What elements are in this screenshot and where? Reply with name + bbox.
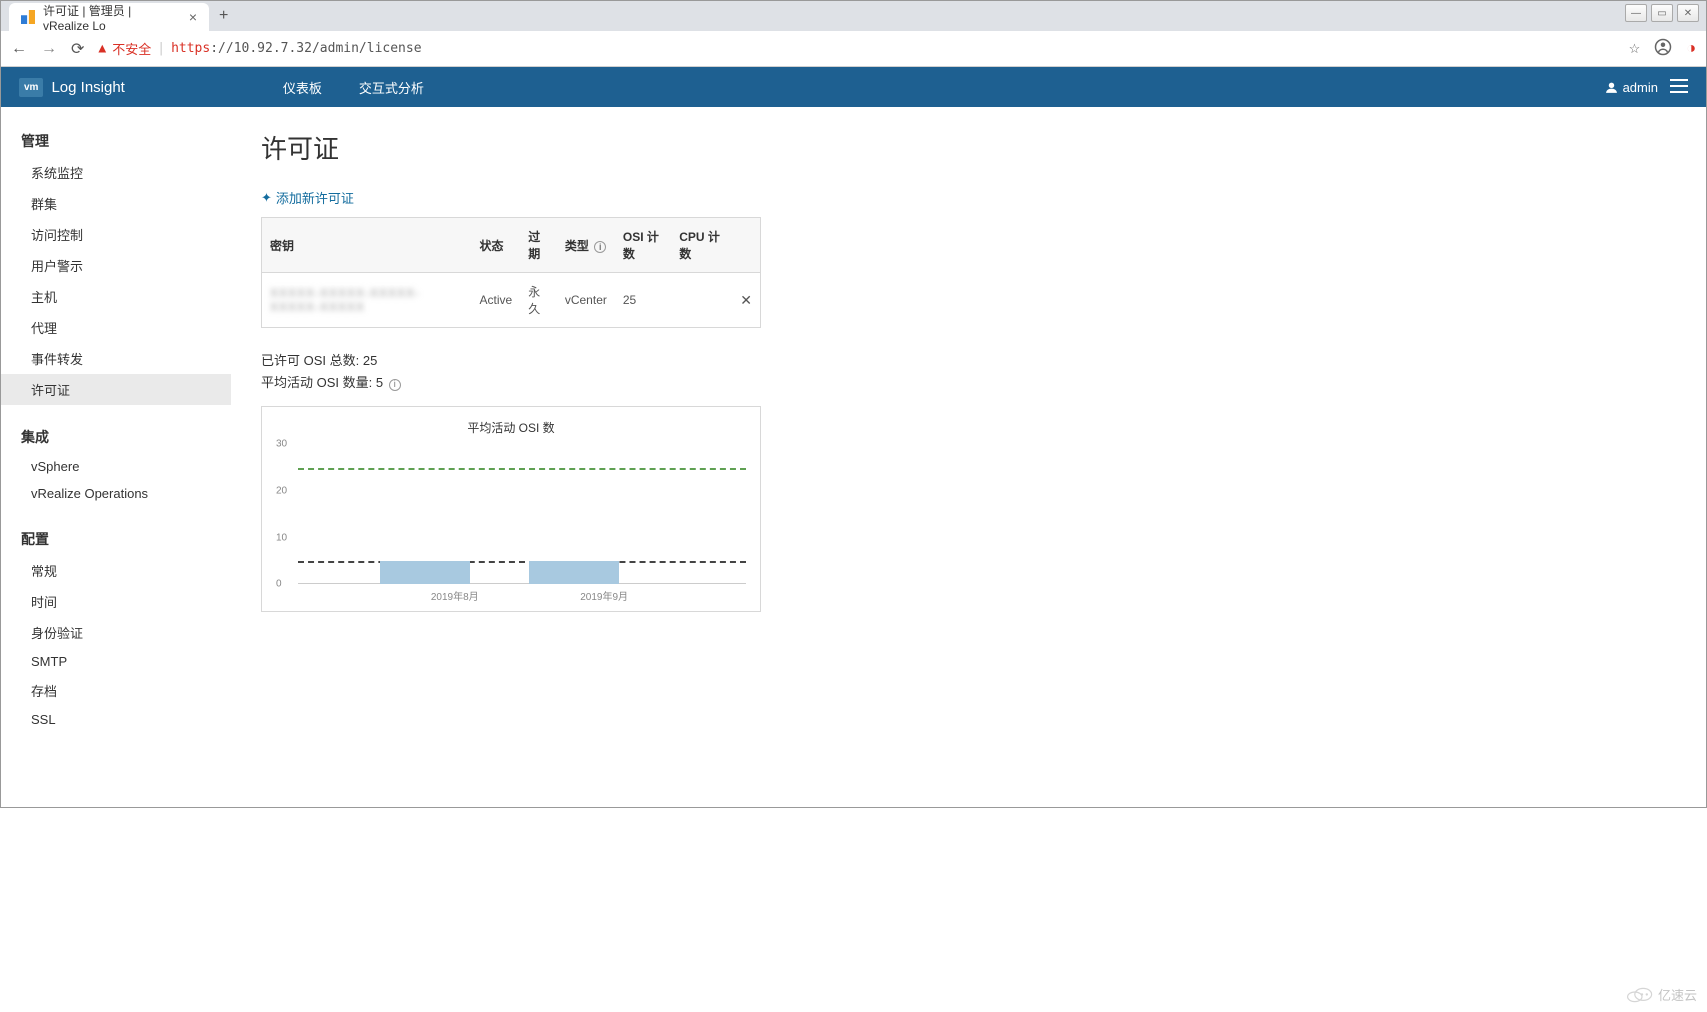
sidebar-item-ssl[interactable]: SSL	[1, 706, 231, 733]
y-tick: 10	[276, 532, 287, 543]
page-title: 许可证	[261, 129, 1676, 166]
th-expire: 过期	[520, 218, 557, 273]
url-scheme: https	[171, 41, 210, 56]
sidebar-item-time[interactable]: 时间	[1, 586, 231, 617]
main-content: 许可证 ✦ 添加新许可证 密钥 状态 过期 类型 i OSI 计数 CPU 计数	[231, 107, 1706, 807]
address-bar: ← → ⟳ ▲ 不安全 | https://10.92.7.32/admin/l…	[1, 31, 1706, 67]
sidebar-item-license[interactable]: 许可证	[1, 374, 231, 405]
license-status: Active	[472, 273, 521, 328]
license-type: vCenter	[557, 273, 615, 328]
sidebar-item-vrops[interactable]: vRealize Operations	[1, 480, 231, 507]
sidebar-section-config: 配置	[1, 521, 231, 555]
user-icon	[1605, 81, 1618, 94]
watermark: 亿速云	[1624, 985, 1697, 1004]
y-tick: 0	[276, 579, 282, 590]
window-minimize-icon[interactable]: —	[1625, 4, 1647, 22]
user-name: admin	[1623, 80, 1658, 95]
user-menu[interactable]: admin	[1605, 80, 1658, 95]
app-header: vm Log Insight 仪表板 交互式分析 admin	[1, 67, 1706, 107]
x-label: 2019年8月	[380, 584, 529, 603]
window-close-icon[interactable]: ✕	[1677, 4, 1699, 22]
threshold-line	[298, 468, 746, 470]
nav-forward-button[interactable]: →	[41, 40, 57, 58]
sidebar-item-access[interactable]: 访问控制	[1, 219, 231, 250]
unsafe-label: 不安全	[112, 39, 151, 58]
table-row: XXXXX-XXXXX-XXXXX-XXXXX-XXXXX Active 永久 …	[262, 273, 761, 328]
browser-tab-bar: 许可证 | 管理员 | vRealize Lo × +	[1, 1, 1706, 31]
window-maximize-icon[interactable]: ▭	[1651, 4, 1673, 22]
window-controls: — ▭ ✕	[1625, 4, 1699, 22]
plus-icon: ✦	[261, 190, 272, 206]
x-label: 2019年9月	[529, 584, 678, 603]
tab-close-icon[interactable]: ×	[189, 9, 197, 25]
nav-dashboard[interactable]: 仪表板	[265, 67, 340, 108]
vmware-logo-icon: vm	[19, 78, 43, 97]
profile-icon[interactable]	[1654, 38, 1672, 59]
sidebar-section-manage: 管理	[1, 123, 231, 157]
extension-icon[interactable]: ◑	[1686, 40, 1696, 58]
url-input[interactable]: ▲ 不安全 | https://10.92.7.32/admin/license	[98, 39, 1614, 58]
osi-chart: 平均活动 OSI 数 0 10 20 30 2019年8月2019年9月	[261, 406, 761, 612]
license-table: 密钥 状态 过期 类型 i OSI 计数 CPU 计数 XXXXX-XXXXX-…	[261, 217, 761, 328]
sidebar: 管理 系统监控 群集 访问控制 用户警示 主机 代理 事件转发 许可证 集成 v…	[1, 107, 231, 807]
license-expire: 永久	[520, 273, 557, 328]
license-summary: 已许可 OSI 总数: 25 平均活动 OSI 数量: 5 i	[261, 350, 1676, 394]
sidebar-item-vsphere[interactable]: vSphere	[1, 453, 231, 480]
chart-title: 平均活动 OSI 数	[276, 419, 746, 436]
sidebar-item-monitor[interactable]: 系统监控	[1, 157, 231, 188]
nav-reload-button[interactable]: ⟳	[71, 39, 84, 59]
nav-interactive[interactable]: 交互式分析	[341, 67, 442, 108]
tab-title: 许可证 | 管理员 | vRealize Lo	[43, 2, 177, 33]
app-brand: Log Insight	[51, 79, 124, 96]
sidebar-item-archive[interactable]: 存档	[1, 675, 231, 706]
sidebar-item-agents[interactable]: 代理	[1, 312, 231, 343]
avg-line	[298, 561, 746, 563]
sidebar-item-hosts[interactable]: 主机	[1, 281, 231, 312]
add-license-link[interactable]: ✦ 添加新许可证	[261, 188, 354, 207]
licensed-total: 25	[363, 353, 377, 368]
license-osi: 25	[615, 273, 671, 328]
info-icon[interactable]: i	[389, 379, 401, 391]
chart-bar	[380, 561, 470, 584]
avg-active: 5	[376, 375, 383, 390]
license-cpu	[671, 273, 732, 328]
hamburger-icon[interactable]	[1670, 79, 1688, 96]
info-icon[interactable]: i	[594, 241, 606, 253]
chart-bar	[529, 561, 619, 584]
y-tick: 30	[276, 439, 287, 450]
delete-license-button[interactable]: ✕	[732, 273, 760, 328]
th-key: 密钥	[262, 218, 472, 273]
bookmark-icon[interactable]: ☆	[1629, 41, 1641, 57]
tab-favicon-icon	[21, 10, 35, 24]
url-path: ://10.92.7.32/admin/license	[210, 41, 421, 56]
th-cpu: CPU 计数	[671, 218, 732, 273]
sidebar-item-general[interactable]: 常规	[1, 555, 231, 586]
th-type: 类型 i	[557, 218, 615, 273]
y-tick: 20	[276, 485, 287, 496]
th-osi: OSI 计数	[615, 218, 671, 273]
nav-back-button[interactable]: ←	[11, 40, 27, 58]
new-tab-button[interactable]: +	[209, 7, 238, 25]
browser-tab[interactable]: 许可证 | 管理员 | vRealize Lo ×	[9, 3, 209, 31]
sidebar-item-forwarding[interactable]: 事件转发	[1, 343, 231, 374]
warning-icon: ▲	[98, 41, 106, 56]
th-status: 状态	[472, 218, 521, 273]
license-key: XXXXX-XXXXX-XXXXX-XXXXX-XXXXX	[270, 286, 420, 314]
sidebar-item-auth[interactable]: 身份验证	[1, 617, 231, 648]
sidebar-item-cluster[interactable]: 群集	[1, 188, 231, 219]
sidebar-section-integrate: 集成	[1, 419, 231, 453]
sidebar-item-alerts[interactable]: 用户警示	[1, 250, 231, 281]
sidebar-item-smtp[interactable]: SMTP	[1, 648, 231, 675]
